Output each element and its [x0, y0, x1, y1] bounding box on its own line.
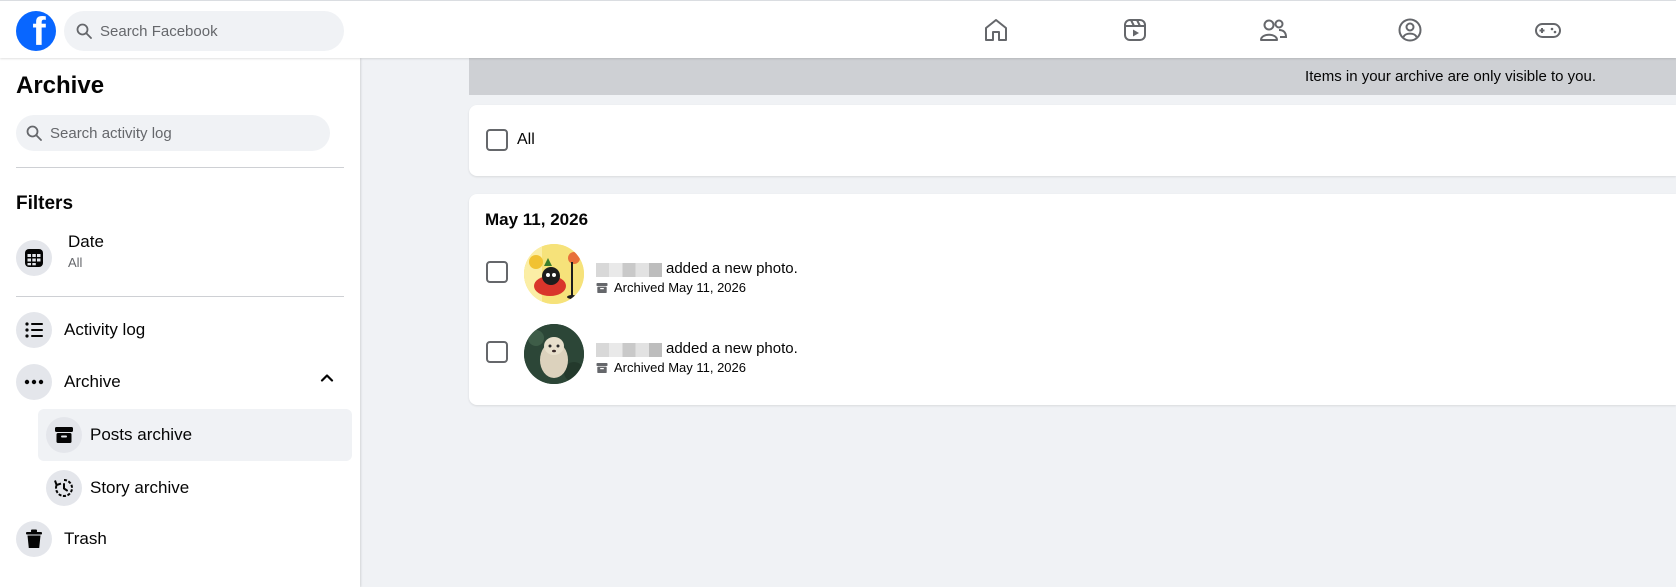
archive-box-icon	[596, 282, 608, 294]
sidebar-item-label: Story archive	[90, 478, 190, 497]
post-action-text: added a new photo.	[666, 260, 798, 277]
archive-box-icon	[596, 362, 608, 374]
sidebar-item-activity-log[interactable]: Activity log	[8, 306, 352, 354]
sidebar-item-trash[interactable]: Trash	[8, 515, 352, 563]
activity-log-search-input[interactable]	[50, 124, 310, 142]
banner-text: Items in your archive are only visible t…	[1305, 68, 1596, 85]
story-history-icon	[46, 470, 82, 506]
calendar-icon	[16, 240, 52, 276]
facebook-search-box[interactable]	[64, 11, 344, 51]
groups-icon[interactable]	[1394, 14, 1426, 46]
top-navigation-bar: f	[0, 0, 1676, 58]
gaming-icon[interactable]	[1532, 14, 1564, 46]
date-filter-label: Date	[68, 232, 104, 251]
select-all-label: All	[517, 131, 535, 148]
archived-date: Archived May 11, 2026	[596, 360, 746, 375]
archived-date-text: Archived May 11, 2026	[614, 360, 746, 375]
sidebar-item-label: Trash	[64, 529, 107, 548]
divider	[16, 296, 344, 297]
archive-items-card: May 11, 2026 added a new photo. Archived…	[469, 194, 1676, 405]
archived-date-text: Archived May 11, 2026	[614, 280, 746, 295]
sidebar-item-archive[interactable]: Archive	[8, 358, 352, 406]
search-icon	[76, 23, 92, 39]
video-icon[interactable]	[1119, 14, 1151, 46]
sidebar-item-posts-archive[interactable]: Posts archive	[38, 409, 352, 461]
post-checkbox[interactable]	[486, 261, 508, 283]
archived-date: Archived May 11, 2026	[596, 280, 746, 295]
activity-log-search-box[interactable]	[16, 115, 330, 151]
post-action-text: added a new photo.	[666, 340, 798, 357]
select-all-checkbox[interactable]	[486, 129, 508, 151]
avatar	[524, 324, 584, 384]
sidebar-title: Archive	[16, 72, 105, 99]
filters-title: Filters	[16, 193, 74, 214]
chevron-up-icon[interactable]	[318, 369, 336, 387]
archive-box-icon	[46, 417, 82, 453]
home-icon[interactable]	[980, 14, 1012, 46]
sidebar-item-story-archive[interactable]: Story archive	[38, 462, 352, 514]
search-icon	[26, 125, 42, 141]
select-all-card: All	[469, 105, 1676, 176]
archive-sidebar: Archive Filters Date All Activity log Ar…	[0, 58, 360, 587]
facebook-logo[interactable]: f	[16, 11, 56, 51]
list-item[interactable]: added a new photo. Archived May 11, 2026	[469, 324, 1676, 394]
privacy-banner: Items in your archive are only visible t…	[469, 58, 1676, 95]
facebook-search-input[interactable]	[100, 22, 320, 40]
divider	[16, 167, 344, 168]
post-checkbox[interactable]	[486, 341, 508, 363]
blurred-user-name	[596, 263, 662, 277]
friends-icon[interactable]	[1257, 14, 1289, 46]
facebook-logo-letter: f	[32, 11, 46, 51]
sidebar-item-label: Posts archive	[90, 425, 193, 444]
date-heading: May 11, 2026	[485, 210, 589, 229]
date-filter-value: All	[68, 255, 83, 270]
blurred-user-name	[596, 343, 662, 357]
date-filter[interactable]: Date All	[8, 228, 352, 288]
sidebar-item-label: Archive	[64, 372, 121, 391]
trash-icon	[16, 521, 52, 557]
more-icon	[16, 364, 52, 400]
list-icon	[16, 312, 52, 348]
list-item[interactable]: added a new photo. Archived May 11, 2026	[469, 244, 1676, 314]
avatar	[524, 244, 584, 304]
sidebar-item-label: Activity log	[64, 320, 146, 339]
